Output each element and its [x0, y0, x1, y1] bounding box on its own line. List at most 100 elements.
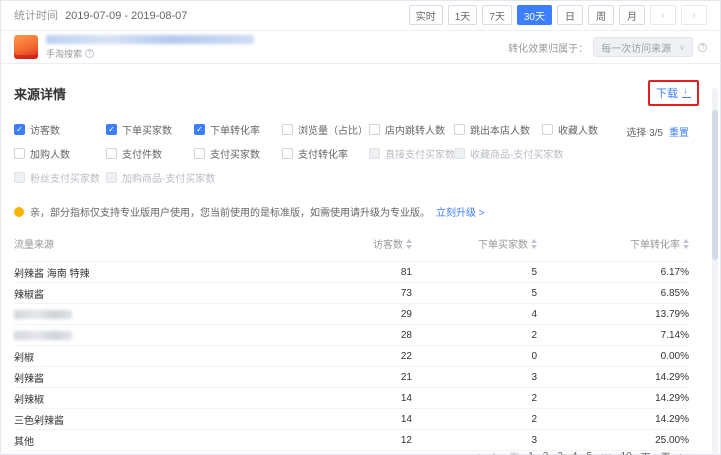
- attribution-control: 转化效果归属于： 每一次访问来源 ∨ ?: [508, 37, 707, 57]
- upgrade-notice: 亲，部分指标仅支持专业版用户使用，您当前使用的是标准版，如需使用请升级为专业版。…: [0, 194, 721, 223]
- time-btn-7d[interactable]: 7天: [482, 5, 512, 25]
- blurred-product-title: [46, 35, 254, 44]
- checkbox-instore-jumps[interactable]: 店内跳转人数: [369, 122, 454, 137]
- checkbox-direct-paid-buyers[interactable]: 直接支付买家数: [369, 146, 454, 161]
- source-table: 流量来源 访客数 下单买家数 下单转化率 剁辣酱 海南 特辣8156.17% 辣…: [14, 227, 689, 455]
- download-button[interactable]: 下载: [656, 85, 691, 101]
- chevron-down-icon: ∨: [679, 43, 685, 50]
- product-thumbnail: [14, 35, 38, 59]
- checkbox-cart-adds[interactable]: 加购人数: [14, 146, 106, 161]
- checkbox-icon: [369, 124, 380, 135]
- pagination-next[interactable]: 下一页: [641, 449, 671, 455]
- pagination-page-10[interactable]: 10: [621, 451, 632, 455]
- checkbox-pageviews[interactable]: 浏览量（占比）: [282, 122, 369, 137]
- checkbox-icon: [282, 124, 293, 135]
- table-row: 三色剁辣酱14214.29%: [14, 409, 689, 430]
- metric-selector: 访客数 下单买家数 下单转化率 浏览量（占比） 店内跳转人数 跳出本店人数 收藏…: [0, 116, 721, 185]
- table-row: 29413.79%: [14, 304, 689, 325]
- time-btn-realtime[interactable]: 实时: [409, 5, 443, 25]
- pagination-page-3[interactable]: 3: [557, 451, 563, 455]
- checkbox-icon: [542, 124, 553, 135]
- pagination-prev-arrow[interactable]: ‹: [477, 451, 480, 455]
- checkbox-fav-paid-buyers[interactable]: 收藏商品-支付买家数: [454, 146, 542, 161]
- table-row: 剁椒2200.00%: [14, 346, 689, 367]
- checkbox-icon: [14, 124, 25, 135]
- checkbox-order-rate[interactable]: 下单转化率: [194, 122, 282, 137]
- pagination-page-4[interactable]: 4: [572, 451, 578, 455]
- vertical-scrollbar-track[interactable]: [712, 88, 718, 455]
- table-row: 辣椒酱7356.85%: [14, 283, 689, 304]
- time-btn-30d[interactable]: 30天: [517, 5, 552, 25]
- stat-time-label: 统计时间: [14, 10, 58, 22]
- checkbox-paid-buyers[interactable]: 支付买家数: [194, 146, 282, 161]
- attribution-select[interactable]: 每一次访问来源 ∨: [593, 37, 693, 57]
- channel-info-icon[interactable]: ?: [85, 49, 94, 58]
- sort-icon[interactable]: [406, 239, 412, 249]
- pagination-page-2[interactable]: 2: [543, 451, 549, 455]
- warning-icon: [14, 207, 24, 217]
- table-row: 剁辣椒14214.29%: [14, 388, 689, 409]
- pagination-next-arrow[interactable]: ›: [680, 451, 683, 455]
- checkbox-bounce[interactable]: 跳出本店人数: [454, 122, 542, 137]
- selection-count: 选择 3/5: [626, 124, 663, 139]
- upgrade-link[interactable]: 立刻升级 >: [436, 204, 485, 219]
- page-title: 来源详情: [14, 84, 66, 103]
- product-row: 手淘搜索 ? 转化效果归属于： 每一次访问来源 ∨ ?: [0, 31, 721, 64]
- next-period-button[interactable]: ›: [681, 5, 707, 25]
- attribution-value: 每一次访问来源: [601, 40, 671, 55]
- time-btn-month[interactable]: 月: [619, 5, 645, 25]
- col-header-visitors[interactable]: 访客数: [296, 227, 412, 262]
- table-body: 剁辣酱 海南 特辣8156.17% 辣椒酱7356.85% 29413.79% …: [14, 262, 689, 455]
- checkbox-icon: [106, 124, 117, 135]
- product-meta: 手淘搜索 ?: [46, 35, 254, 60]
- section-header: 来源详情 下载: [0, 64, 721, 116]
- checkbox-paid-items[interactable]: 支付件数: [106, 146, 194, 161]
- pagination-ellipsis: •••: [601, 451, 612, 455]
- notice-text: 亲，部分指标仅支持专业版用户使用，您当前使用的是标准版，如需使用请升级为专业版。: [30, 204, 430, 219]
- source-table-wrap: 流量来源 访客数 下单买家数 下单转化率 剁辣酱 海南 特辣8156.17% 辣…: [0, 223, 721, 455]
- checkbox-icon: [106, 148, 117, 159]
- col-header-buyers[interactable]: 下单买家数: [412, 227, 537, 262]
- table-row: 剁辣酱21314.29%: [14, 367, 689, 388]
- table-row: 其他12325.00%: [14, 430, 689, 451]
- vertical-scrollbar-thumb[interactable]: [712, 110, 718, 260]
- pagination-page-1[interactable]: 1: [528, 451, 534, 455]
- sort-icon[interactable]: [531, 239, 537, 249]
- checkbox-icon: [454, 124, 465, 135]
- time-range-buttons: 实时 1天 7天 30天 日 周 月 ‹ ›: [404, 5, 707, 25]
- col-header-rate[interactable]: 下单转化率: [537, 227, 689, 262]
- time-btn-day[interactable]: 日: [557, 5, 583, 25]
- table-row: 2827.14%: [14, 325, 689, 346]
- metric-row-2: 加购人数 支付件数 支付买家数 支付转化率 直接支付买家数 收藏商品-支付买家数: [14, 146, 707, 161]
- checkbox-cart-paid-buyers[interactable]: 加购商品-支付买家数: [106, 170, 194, 185]
- checkbox-icon: [14, 172, 25, 183]
- checkbox-icon: [194, 124, 205, 135]
- reset-link[interactable]: 重置: [669, 124, 689, 139]
- download-area: 下载: [648, 80, 699, 106]
- checkbox-icon: [282, 148, 293, 159]
- checkbox-order-buyers[interactable]: 下单买家数: [106, 122, 194, 137]
- prev-period-button[interactable]: ‹: [650, 5, 676, 25]
- time-btn-week[interactable]: 周: [588, 5, 614, 25]
- time-btn-1d[interactable]: 1天: [448, 5, 478, 25]
- attribution-info-icon[interactable]: ?: [698, 43, 707, 52]
- metric-row-1: 访客数 下单买家数 下单转化率 浏览量（占比） 店内跳转人数 跳出本店人数 收藏…: [14, 122, 707, 137]
- stat-time: 统计时间 2019-07-09 - 2019-08-07: [14, 7, 187, 23]
- checkbox-visitors[interactable]: 访客数: [14, 122, 106, 137]
- pagination-prev[interactable]: 上一页: [489, 449, 519, 455]
- checkbox-icon: [14, 148, 25, 159]
- pagination-page-5[interactable]: 5: [586, 451, 592, 455]
- table-row: 剁辣酱 海南 特辣8156.17%: [14, 262, 689, 283]
- checkbox-pay-rate[interactable]: 支付转化率: [282, 146, 369, 161]
- checkbox-fan-paid-buyers[interactable]: 粉丝支付买家数: [14, 170, 106, 185]
- checkbox-icon: [369, 148, 380, 159]
- pagination: ‹ 上一页 1 2 3 4 5 ••• 10 下一页 ›: [477, 449, 683, 455]
- stat-time-bar: 统计时间 2019-07-09 - 2019-08-07 实时 1天 7天 30…: [0, 0, 721, 31]
- metric-row-3: 粉丝支付买家数 加购商品-支付买家数: [14, 170, 707, 185]
- attribution-label: 转化效果归属于：: [508, 40, 588, 55]
- table-header-row: 流量来源 访客数 下单买家数 下单转化率: [14, 227, 689, 262]
- selection-meta: 选择 3/5 重置: [626, 124, 689, 139]
- sort-icon[interactable]: [683, 239, 689, 249]
- download-icon: [682, 88, 691, 98]
- download-label: 下载: [656, 85, 678, 101]
